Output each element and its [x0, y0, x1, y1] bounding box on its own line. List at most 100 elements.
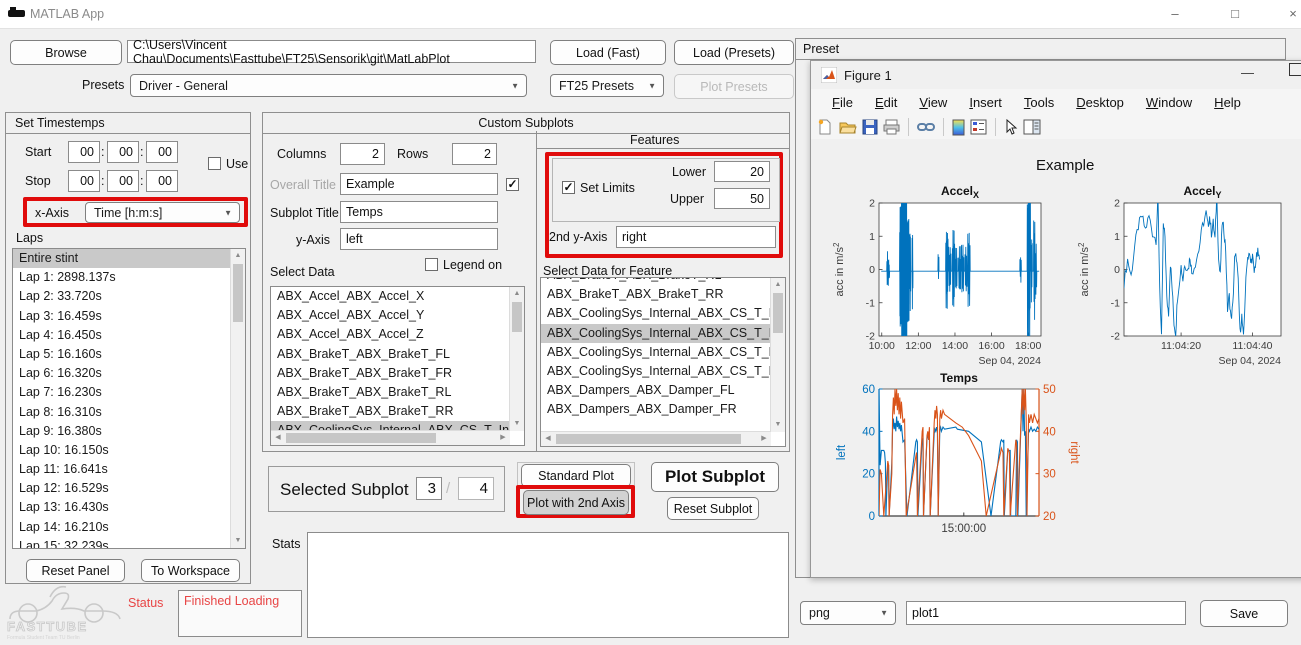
legend-checkbox[interactable] [425, 258, 438, 271]
laps-scrollbar[interactable]: ▲ ▼ [230, 249, 245, 548]
columns-field[interactable]: 2 [340, 143, 385, 165]
close-icon[interactable]: × [1278, 4, 1301, 24]
figure-menu-desktop[interactable]: Desktop [1065, 95, 1135, 110]
list-item[interactable]: Lap 6: 16.320s [13, 364, 231, 383]
set-limits-checkbox[interactable] [562, 181, 575, 194]
list-item[interactable]: Lap 5: 16.160s [13, 345, 231, 364]
load-fast-button[interactable]: Load (Fast) [550, 40, 666, 65]
list-item[interactable]: ABX_CoolingSys_Internal_ABX_CS_T_Inv [541, 324, 771, 343]
list-item[interactable]: ABX_Accel_ABX_Accel_X [271, 287, 510, 306]
list-item[interactable]: Lap 9: 16.380s [13, 422, 231, 441]
list-item[interactable]: ABX_CoolingSys_Internal_ABX_CS_T_Mo [541, 343, 771, 362]
property-inspector-icon[interactable] [1023, 119, 1041, 135]
plot-subplot-button[interactable]: Plot Subplot [651, 462, 779, 492]
path-input[interactable]: C:\Users\Vincent Chau\Documents\Fasttube… [127, 40, 536, 63]
select-data-vscrollbar[interactable]: ▲ ▼ [509, 287, 524, 431]
colormap-icon[interactable] [952, 119, 965, 136]
standard-plot-button[interactable]: Standard Plot [521, 464, 631, 487]
second-yaxis-field[interactable]: right [616, 226, 776, 248]
laps-listbox[interactable]: Entire stintLap 1: 2898.137sLap 2: 33.72… [12, 248, 246, 549]
stats-textarea[interactable] [307, 532, 789, 638]
preset-dropdown[interactable]: Driver - General ▼ [130, 74, 527, 97]
scrollbar-thumb[interactable] [512, 302, 522, 332]
start-hours-field[interactable]: 00 [68, 141, 100, 163]
minimize-icon[interactable]: – [1160, 4, 1190, 24]
feature-vscrollbar[interactable]: ▲ ▼ [770, 278, 785, 432]
list-item[interactable]: ABX_Accel_ABX_Accel_Y [271, 306, 510, 325]
maximize-icon[interactable]: □ [1220, 4, 1250, 24]
select-data-hscrollbar[interactable]: ◀ ▶ [271, 430, 510, 445]
format-dropdown[interactable]: png ▼ [800, 601, 896, 625]
filename-input[interactable]: plot1 [906, 601, 1186, 625]
scrollbar-thumb[interactable] [286, 433, 436, 443]
list-item[interactable]: Lap 4: 16.450s [13, 326, 231, 345]
list-item[interactable]: ABX_BrakeT_ABX_BrakeT_FR [271, 364, 510, 383]
list-item[interactable]: ABX_Dampers_ABX_Damper_FR [541, 400, 771, 419]
temps-chart[interactable]: 02040602030405015:00:00leftrightTemps [831, 369, 1081, 544]
scroll-up-icon[interactable]: ▲ [231, 249, 245, 263]
scrollbar-thumb[interactable] [556, 434, 741, 444]
reset-panel-button[interactable]: Reset Panel [26, 559, 125, 582]
scroll-left-icon[interactable]: ◀ [271, 431, 285, 445]
list-item[interactable]: ABX_BrakeT_ABX_BrakeT_RR [541, 285, 771, 304]
legend-icon[interactable] [970, 119, 987, 135]
figure-menu-edit[interactable]: Edit [864, 95, 908, 110]
figure-minimize-icon[interactable]: — [1241, 65, 1254, 80]
stop-minutes-field[interactable]: 00 [107, 170, 139, 192]
link-plot-icon[interactable] [917, 119, 935, 135]
scroll-down-icon[interactable]: ▼ [231, 534, 245, 548]
accel-x-chart[interactable]: -2-101210:0012:0014:0016:0018:00Sep 04, … [831, 181, 1046, 381]
reset-subplot-button[interactable]: Reset Subplot [667, 497, 759, 520]
list-item[interactable]: ABX_Dampers_ABX_Damper_FL [541, 381, 771, 400]
scroll-right-icon[interactable]: ▶ [757, 432, 771, 446]
list-item[interactable]: Lap 1: 2898.137s [13, 268, 231, 287]
stop-seconds-field[interactable]: 00 [146, 170, 178, 192]
cursor-icon[interactable] [1004, 119, 1018, 136]
selected-subplot-current[interactable]: 3 [416, 477, 442, 500]
scroll-left-icon[interactable]: ◀ [541, 432, 555, 446]
save-icon[interactable] [862, 119, 878, 135]
print-icon[interactable] [883, 119, 900, 135]
list-item[interactable]: Lap 3: 16.459s [13, 307, 231, 326]
list-item[interactable]: Lap 11: 16.641s [13, 460, 231, 479]
scrollbar-thumb[interactable] [233, 264, 243, 322]
scroll-down-icon[interactable]: ▼ [771, 418, 785, 432]
start-seconds-field[interactable]: 00 [146, 141, 178, 163]
browse-button[interactable]: Browse [10, 40, 122, 65]
figure-menu-tools[interactable]: Tools [1013, 95, 1065, 110]
upper-field[interactable]: 50 [714, 188, 770, 209]
use-checkbox[interactable] [208, 157, 221, 170]
list-item[interactable]: ABX_BrakeT_ABX_BrakeT_RL [271, 383, 510, 402]
rows-field[interactable]: 2 [452, 143, 497, 165]
figure-maximize-icon[interactable] [1289, 63, 1301, 76]
list-item[interactable]: Entire stint [13, 249, 231, 268]
new-file-icon[interactable] [817, 119, 834, 136]
ft25-presets-dropdown[interactable]: FT25 Presets ▼ [550, 74, 664, 97]
figure-menu-window[interactable]: Window [1135, 95, 1203, 110]
scroll-right-icon[interactable]: ▶ [496, 431, 510, 445]
overall-title-field[interactable]: Example [340, 173, 498, 195]
accel-y-chart[interactable]: -2-101211:04:2011:04:40Sep 04, 2024Accel… [1076, 181, 1291, 381]
list-item[interactable]: ABX_BrakeT_ABX_BrakeT_FL [271, 345, 510, 364]
list-item[interactable]: Lap 14: 16.210s [13, 518, 231, 537]
figure-menu-insert[interactable]: Insert [958, 95, 1013, 110]
list-item[interactable]: Lap 15: 32.239s [13, 537, 231, 548]
to-workspace-button[interactable]: To Workspace [141, 559, 240, 582]
list-item[interactable]: ABX_Accel_ABX_Accel_Z [271, 325, 510, 344]
list-item[interactable]: Lap 12: 16.529s [13, 479, 231, 498]
feature-hscrollbar[interactable]: ◀ ▶ [541, 431, 771, 446]
figure-titlebar[interactable]: Figure 1 — [811, 61, 1301, 89]
list-item[interactable]: Lap 2: 33.720s [13, 287, 231, 306]
feature-listbox[interactable]: ABX_BrakeT_ABX_BrakeT_RLABX_BrakeT_ABX_B… [540, 277, 786, 447]
list-item[interactable]: ABX_CoolingSys_Internal_ABX_CS_T_Mo [541, 362, 771, 381]
list-item[interactable]: Lap 8: 16.310s [13, 403, 231, 422]
scroll-up-icon[interactable]: ▲ [771, 278, 785, 292]
figure-menu-view[interactable]: View [908, 95, 958, 110]
figure-menu-file[interactable]: File [821, 95, 864, 110]
scroll-up-icon[interactable]: ▲ [510, 287, 524, 301]
yaxis-field[interactable]: left [340, 228, 498, 250]
plot-presets-button[interactable]: Plot Presets [674, 74, 794, 99]
list-item[interactable]: Lap 7: 16.230s [13, 383, 231, 402]
scroll-down-icon[interactable]: ▼ [510, 417, 524, 431]
xaxis-dropdown[interactable]: Time [h:m:s] ▼ [85, 202, 240, 223]
